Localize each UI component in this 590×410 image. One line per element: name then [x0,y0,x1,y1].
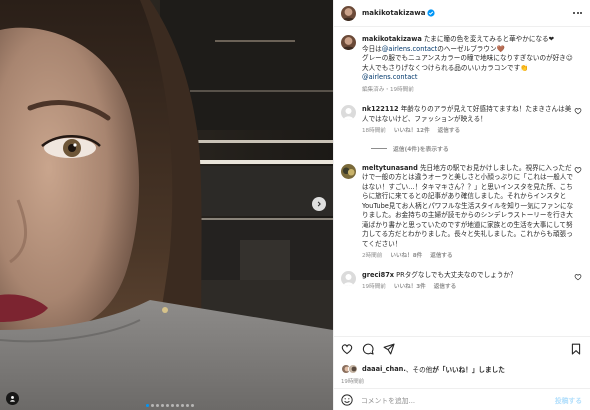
view-replies-button[interactable]: 返信(4件)を表示する [371,144,582,153]
comment: nk122112 年齢なりのアラが見えて好感持てますね！たまきさんは美人ではない… [341,105,582,137]
caption-line: のヘーゼルブラウン🤎 [437,44,505,53]
comments-list[interactable]: makikotakizawa たまに瞳の色を変えてみると華やかになる❤ 今日は@… [334,27,590,336]
post-actions [334,336,590,361]
comment-time[interactable]: 2時間前 [362,252,382,262]
carousel-dot [176,404,179,407]
avatar[interactable] [341,105,356,120]
caption-meta: 編集済み・19時間前 [362,86,414,93]
liker-username[interactable]: daaai_chan. [362,365,406,373]
likes-suffix[interactable]: が「いいね！」しました [432,364,505,374]
tagged-users-button[interactable] [6,392,19,405]
header-username[interactable]: makikotakizawa [362,9,425,17]
comment-username[interactable]: meltytunasand [362,164,418,172]
reply-button[interactable]: 返信する [434,283,456,293]
next-image-button[interactable] [312,197,326,211]
comment-icon[interactable] [362,343,374,355]
save-icon[interactable] [570,343,582,355]
likes-middle: 、その他 [405,366,433,374]
chevron-right-icon [317,201,321,207]
carousel-dot [166,404,169,407]
comment-likes[interactable]: いいね！3件 [394,283,426,293]
reply-button[interactable]: 返信する [430,252,452,262]
avatar[interactable] [341,5,356,21]
avatar[interactable] [341,270,356,286]
avatar[interactable] [341,35,356,50]
liker-avatars[interactable] [341,364,358,374]
post-time[interactable]: 19時間前 [334,375,590,388]
heart-icon[interactable] [574,166,582,174]
comment-likes[interactable]: いいね！8件 [390,252,422,262]
add-comment-bar: コメントを追加... 投稿する [334,388,590,410]
carousel-dot [151,404,154,407]
carousel-dot [181,404,184,407]
comment-input[interactable]: コメントを追加... [361,395,555,405]
portrait-photo [0,0,333,410]
comment-time[interactable]: 19時間前 [362,283,386,293]
caption-line: 今日は [362,44,382,53]
caption-line: 大人でもさりげなくつけられる品のいいカラコンです👏 [362,63,529,72]
likes-summary: daaai_chan. 、その他 が「いいね！」しました [334,361,590,375]
mention-link[interactable]: @airlens.contact [362,73,417,81]
carousel-dot [146,404,149,407]
instagram-post: makikotakizawa makikotakizawa たまに瞳の色を変えて… [0,0,590,410]
caption-username[interactable]: makikotakizawa [362,35,422,43]
comment-time[interactable]: 18時間前 [362,127,386,137]
carousel-dot [156,404,159,407]
comment-likes[interactable]: いいね！12件 [394,127,430,137]
post-comment-button[interactable]: 投稿する [555,395,582,405]
comment-text: 先日地方の駅でお見かけしました。視界に入っただけで一般の方とは違うオーラと美しさ… [362,163,574,248]
comment-text: PRタグなしでも大丈夫なのでしょうか？ [396,270,517,279]
comment: greci87x PRタグなしでも大丈夫なのでしょうか？ 19時間前 いいね！3… [341,270,582,293]
comment: meltytunasand 先日地方の駅でお見かけしました。視界に入っただけで一… [341,163,582,262]
post-side-panel: makikotakizawa makikotakizawa たまに瞳の色を変えて… [333,0,590,410]
carousel-dot [191,404,194,407]
mention-link[interactable]: @airlens.contact [382,45,437,53]
heart-icon[interactable] [574,107,582,115]
post-header: makikotakizawa [334,0,590,27]
more-icon[interactable] [573,12,582,14]
caption-line: たまに瞳の色を変えてみると華やかになる❤ [423,35,555,43]
caption-line: グレーの服でもニュアンスカラーの瞳で地味になりすぎないのが好き☺ [362,54,573,62]
smiley-icon[interactable] [341,393,353,406]
caption: makikotakizawa たまに瞳の色を変えてみると華やかになる❤ 今日は@… [341,35,582,95]
carousel-dot [186,404,189,407]
comment-username[interactable]: greci87x [362,271,394,279]
carousel-dot [171,404,174,407]
verified-icon [427,9,436,17]
post-media[interactable] [0,0,333,410]
carousel-dots [146,404,194,407]
share-icon[interactable] [383,343,395,355]
avatar[interactable] [341,163,356,179]
reply-button[interactable]: 返信する [438,127,460,137]
comment-username[interactable]: nk122112 [362,105,399,113]
heart-icon[interactable] [574,273,582,281]
user-tag-icon [10,396,15,402]
view-replies-label: 返信(4件)を表示する [393,146,449,153]
carousel-dot [161,404,164,407]
heart-icon[interactable] [341,343,353,355]
